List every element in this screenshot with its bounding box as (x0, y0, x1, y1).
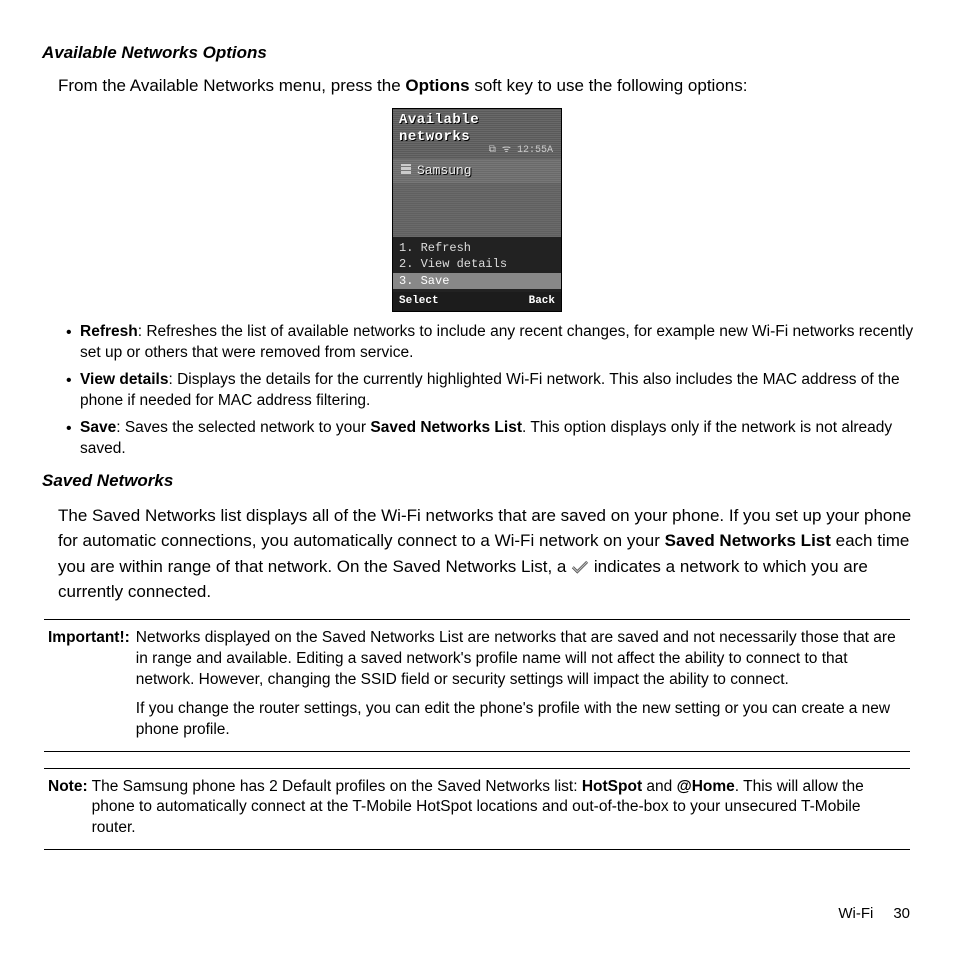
important-box: Important!: Networks displayed on the Sa… (44, 619, 910, 752)
lead-paragraph: From the Available Networks menu, press … (58, 75, 918, 98)
option-save-desc-bold: Saved Networks List (370, 419, 522, 436)
important-p1: Networks displayed on the Saved Networks… (136, 628, 906, 691)
phone-options-menu: 1. Refresh 2. View details 3. Save (393, 237, 561, 292)
footer-page-number: 30 (893, 905, 910, 922)
note-b2: @Home (677, 778, 735, 795)
note-text: The Samsung phone has 2 Default profiles… (92, 777, 906, 840)
option-view-details: View details: Displays the details for t… (66, 370, 918, 412)
lead-pre: From the Available Networks menu, press … (58, 76, 405, 95)
note-mid: and (642, 778, 676, 795)
note-b1: HotSpot (582, 778, 642, 795)
wifi-status-icon: ⧉ ᯤ (489, 145, 517, 156)
phone-network-name: Samsung (417, 163, 472, 179)
option-save-desc-pre: : Saves the selected network to your (116, 419, 370, 436)
saved-p1-bold: Saved Networks List (665, 531, 831, 550)
option-save-label: Save (80, 419, 116, 436)
phone-menu-item-view: 2. View details (399, 256, 555, 272)
note-box: Note: The Samsung phone has 2 Default pr… (44, 768, 910, 851)
phone-menu-item-save: 3. Save (393, 273, 561, 289)
option-refresh-label: Refresh (80, 323, 138, 340)
option-refresh: Refresh: Refreshes the list of available… (66, 322, 918, 364)
phone-softkeys: Select Back (393, 292, 561, 311)
option-view-label: View details (80, 371, 168, 388)
option-refresh-desc: : Refreshes the list of available networ… (80, 323, 913, 361)
checkmark-icon (571, 560, 589, 574)
lead-post: soft key to use the following options: (470, 76, 748, 95)
phone-blank-area (393, 183, 561, 237)
phone-status: ⧉ ᯤ 12:55A (399, 145, 555, 157)
phone-screenshot: Available networks ⧉ ᯤ 12:55A Samsung 1.… (392, 108, 562, 313)
phone-title: Available networks (399, 112, 555, 146)
important-text: Networks displayed on the Saved Networks… (134, 628, 906, 741)
heading-available-options: Available Networks Options (42, 42, 918, 65)
phone-network-row: Samsung (393, 159, 561, 183)
phone-clock: 12:55A (517, 145, 553, 156)
options-list: Refresh: Refreshes the list of available… (66, 322, 918, 460)
softkey-right: Back (529, 295, 555, 308)
phone-header: Available networks ⧉ ᯤ 12:55A (393, 109, 561, 160)
option-save: Save: Saves the selected network to your… (66, 418, 918, 460)
heading-saved-networks: Saved Networks (42, 470, 918, 493)
footer-section: Wi-Fi (838, 905, 873, 922)
manual-page: Available Networks Options From the Avai… (0, 0, 954, 954)
page-footer: Wi-Fi 30 (838, 904, 910, 924)
softkey-left: Select (399, 295, 439, 308)
signal-icon (401, 163, 411, 179)
saved-networks-paragraph: The Saved Networks list displays all of … (58, 503, 918, 605)
note-pre: The Samsung phone has 2 Default profiles… (92, 778, 582, 795)
note-label: Note: (48, 777, 88, 840)
important-p2: If you change the router settings, you c… (136, 699, 906, 741)
important-label: Important!: (48, 628, 130, 741)
phone-menu-item-refresh: 1. Refresh (399, 240, 555, 256)
lead-softkey: Options (405, 76, 469, 95)
option-view-desc: : Displays the details for the currently… (80, 371, 900, 409)
